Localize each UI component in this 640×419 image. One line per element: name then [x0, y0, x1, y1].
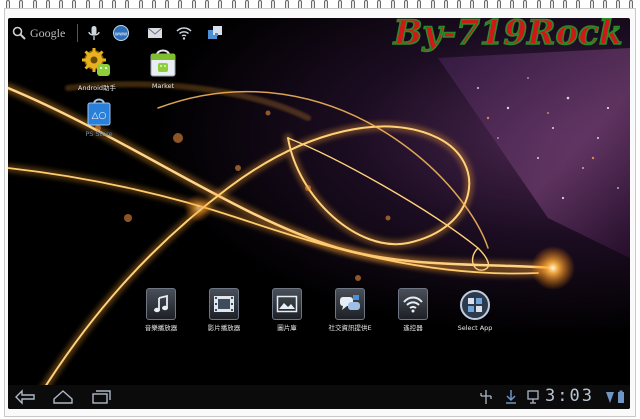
app-label: Select App [457, 324, 493, 332]
android-assistant-icon [82, 48, 110, 76]
search-icon [12, 26, 26, 40]
download-icon[interactable] [503, 388, 519, 406]
dock-tile [272, 288, 302, 320]
recent-apps-icon[interactable] [90, 388, 112, 406]
dock-app-gallery[interactable]: 圖片庫 [252, 288, 322, 332]
wifi-signal-icon [403, 296, 423, 313]
ps-store-icon: △○ [87, 98, 111, 126]
dock-app-social[interactable]: 社交資訊提供E [315, 288, 385, 332]
back-icon[interactable] [14, 388, 36, 406]
clock: 3:03 [545, 386, 594, 406]
film-icon [214, 296, 234, 312]
select-app-icon [460, 290, 490, 320]
mic-icon[interactable] [85, 24, 103, 42]
picture-icon [276, 295, 298, 313]
app-market[interactable]: Market [128, 46, 198, 90]
app-label: 影片播放器 [207, 324, 241, 332]
dock-tile [209, 288, 239, 320]
dock-tile [398, 288, 428, 320]
dock-app-remote[interactable]: 遙控器 [378, 288, 448, 332]
usb-icon[interactable] [478, 388, 494, 406]
dock-app-video[interactable]: 影片播放器 [189, 288, 259, 332]
app-label: Market [151, 82, 175, 90]
apps-icon[interactable] [206, 24, 224, 42]
watermark-logo: By-719Rock [392, 18, 623, 54]
search-label: Google [30, 25, 66, 40]
app-label: 遙控器 [403, 324, 423, 332]
dock-tile [335, 288, 365, 320]
home-icon[interactable] [52, 388, 74, 406]
app-android-assistant[interactable]: Android助手 [62, 46, 132, 92]
browser-icon[interactable]: www [112, 24, 130, 42]
top-divider [77, 24, 78, 42]
music-note-icon [154, 294, 168, 313]
google-search-widget[interactable]: Google [12, 22, 65, 44]
app-label: Android助手 [77, 84, 117, 92]
app-label: PS Store [85, 130, 113, 138]
app-label: 圖片庫 [277, 324, 297, 332]
watermark: By-719Rock [376, 18, 630, 60]
dock-app-music[interactable]: 音樂播放器 [126, 288, 196, 332]
svg-text:www: www [115, 32, 127, 38]
svg-text:△○: △○ [92, 111, 107, 121]
system-bar: 3:03 [8, 385, 630, 409]
screenshot-icon[interactable] [525, 388, 541, 406]
app-label: 社交資訊提供E [328, 324, 372, 332]
market-icon [150, 49, 176, 77]
signal-battery-icon[interactable] [604, 388, 628, 406]
chat-bubbles-icon [340, 295, 360, 310]
svg-text:By-719Rock: By-719Rock [393, 18, 623, 53]
app-label: 音樂播放器 [144, 324, 178, 332]
app-ps-store[interactable]: △○ PS Store [64, 96, 134, 138]
dock-tile [146, 288, 176, 320]
dock-app-select-app[interactable]: Select App [440, 288, 510, 332]
email-icon[interactable] [146, 24, 164, 42]
wifi-icon[interactable] [175, 24, 193, 42]
tablet-screen: Google www By-719Rock Android助手 Market △… [8, 18, 630, 409]
